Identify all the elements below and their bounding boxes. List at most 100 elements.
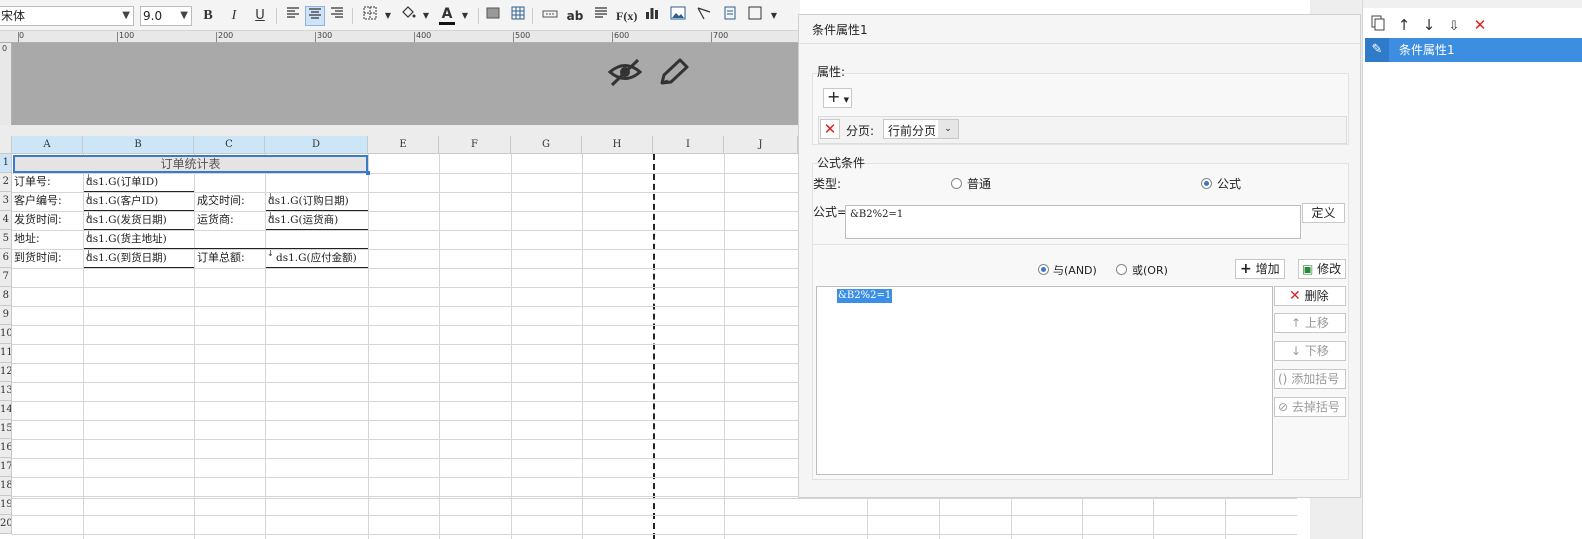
define-button[interactable]: 定义 <box>1302 203 1345 223</box>
column-header-a[interactable]: A <box>12 136 83 154</box>
column-header-b[interactable]: B <box>83 136 194 154</box>
column-header-g[interactable]: G <box>511 136 582 154</box>
add-bracket-button[interactable]: () 添加括号 <box>1274 369 1346 389</box>
fill-color-button[interactable] <box>398 6 418 26</box>
cell-b2[interactable]: ds1.G(订单ID) <box>84 173 194 191</box>
chart-button[interactable] <box>642 6 662 26</box>
column-header-h[interactable]: H <box>582 136 653 154</box>
modify-condition-button[interactable]: ▣ 修改 <box>1298 259 1346 279</box>
italic-button[interactable]: I <box>224 6 244 26</box>
frame-button[interactable] <box>720 6 740 26</box>
title-cell[interactable]: 订单统计表 <box>13 155 368 173</box>
fill-handle[interactable] <box>366 171 370 175</box>
row-header[interactable]: 3 <box>0 192 12 211</box>
row-header[interactable]: 13 <box>0 382 12 401</box>
eye-hidden-icon[interactable] <box>607 57 643 90</box>
cell-d4[interactable]: ds1.G(运货商) <box>266 211 368 229</box>
chevron-down-icon[interactable]: ▼ <box>764 6 784 26</box>
row-header[interactable]: 15 <box>0 420 12 439</box>
image-button[interactable] <box>668 6 688 26</box>
font-size-select[interactable]: 9.0 ▼ <box>140 6 192 26</box>
cell-a4[interactable]: 发货时间: <box>12 211 83 229</box>
formula-input[interactable]: &B2%2=1 <box>845 205 1301 239</box>
chevron-down-icon[interactable]: ▼ <box>378 6 398 26</box>
row-header[interactable]: 16 <box>0 439 12 458</box>
add-condition-button[interactable]: + 增加 <box>1235 259 1285 279</box>
align-left-button[interactable] <box>283 6 303 26</box>
delete-attribute-button[interactable]: ✕ <box>820 119 840 139</box>
move-up-button[interactable]: ↑ 上移 <box>1274 313 1346 333</box>
delete-condition-button[interactable]: ✕ 删除 <box>1274 286 1346 306</box>
cell-b6[interactable]: ds1.G(到货日期) <box>84 249 194 267</box>
condition-list[interactable]: &B2%2=1 <box>816 286 1273 475</box>
chevron-down-icon[interactable]: ▼ <box>416 6 436 26</box>
copy-button[interactable] <box>1369 15 1387 35</box>
row-header[interactable]: 18 <box>0 477 12 496</box>
grid-corner[interactable] <box>0 136 12 154</box>
row-header[interactable]: 12 <box>0 363 12 382</box>
type-normal-radio[interactable] <box>951 178 962 189</box>
move-up-tool-button[interactable]: ↑ <box>1395 15 1413 35</box>
cell-a5[interactable]: 地址: <box>12 230 83 248</box>
condition-list-entry[interactable]: ✎ 条件属性1 <box>1365 38 1582 62</box>
cell-a2[interactable]: 订单号: <box>12 173 83 191</box>
move-down-button[interactable]: ↓ 下移 <box>1274 341 1346 361</box>
slash-button[interactable] <box>694 6 714 26</box>
cell-d6[interactable]: ds1.G(应付金额) <box>274 249 370 267</box>
row-header[interactable]: 8 <box>0 287 12 306</box>
column-header-j[interactable]: J <box>724 136 798 154</box>
cell-c4[interactable]: 运货商: <box>195 211 265 229</box>
row-header[interactable]: 7 <box>0 268 12 287</box>
row-header[interactable]: 2 <box>0 173 12 192</box>
row-header[interactable]: 20 <box>0 515 12 534</box>
column-header-i[interactable]: I <box>653 136 724 154</box>
column-header-e[interactable]: E <box>368 136 439 154</box>
column-header-d[interactable]: D <box>265 136 368 154</box>
wrap-text-button[interactable] <box>591 6 611 26</box>
add-attribute-button[interactable]: + ▼ <box>823 88 852 108</box>
border-button[interactable] <box>360 6 380 26</box>
font-color-button[interactable]: A <box>437 6 457 26</box>
or-radio[interactable] <box>1116 264 1127 275</box>
cell-c3[interactable]: 成交时间: <box>195 192 265 210</box>
row-header[interactable]: 14 <box>0 401 12 420</box>
cell-a6[interactable]: 到货时间: <box>12 249 83 267</box>
row-header[interactable]: 6 <box>0 249 12 268</box>
row-header[interactable]: 9 <box>0 306 12 325</box>
formula-button[interactable]: F(x) <box>616 6 637 26</box>
bold-button[interactable]: B <box>198 6 218 26</box>
font-name-select[interactable]: 宋体 ▼ <box>0 6 134 26</box>
report-header-area[interactable] <box>12 43 798 125</box>
text-button[interactable]: ab <box>565 6 585 26</box>
float-element-button[interactable] <box>746 6 766 26</box>
row-header[interactable]: 5 <box>0 230 12 249</box>
row-header[interactable]: 4 <box>0 211 12 230</box>
table-button[interactable] <box>508 6 528 26</box>
row-header[interactable]: 17 <box>0 458 12 477</box>
cell-b3[interactable]: ds1.G(客户ID) <box>84 192 194 210</box>
chevron-down-icon[interactable]: ▼ <box>455 6 475 26</box>
merge-cells-button[interactable] <box>483 6 503 26</box>
cell-d3[interactable]: ds1.G(订购日期) <box>266 192 368 210</box>
cell-b4[interactable]: ds1.G(发货日期) <box>84 211 194 229</box>
insert-field-button[interactable] <box>540 6 560 26</box>
and-radio[interactable] <box>1038 264 1049 275</box>
cell-c6[interactable]: 订单总额: <box>195 249 265 267</box>
delete-tool-button[interactable]: ✕ <box>1471 15 1489 35</box>
paging-select[interactable]: 行前分页 ⌄ <box>883 119 959 139</box>
row-header[interactable]: 1 <box>0 154 12 173</box>
align-right-button[interactable] <box>327 6 347 26</box>
column-header-f[interactable]: F <box>439 136 511 154</box>
remove-bracket-button[interactable]: ⊘ 去掉括号 <box>1274 397 1346 417</box>
condition-list-item[interactable]: &B2%2=1 <box>837 289 893 303</box>
row-header[interactable]: 19 <box>0 496 12 515</box>
row-header[interactable]: 11 <box>0 344 12 363</box>
cell-b5[interactable]: ds1.G(货主地址) <box>84 230 284 248</box>
move-down-tool-button[interactable]: ↓ <box>1420 15 1438 35</box>
column-header-c[interactable]: C <box>194 136 265 154</box>
type-formula-radio[interactable] <box>1201 178 1212 189</box>
sort-button[interactable]: ⇩ <box>1445 15 1463 35</box>
row-header[interactable]: 10 <box>0 325 12 344</box>
underline-button[interactable]: U <box>250 6 270 26</box>
pencil-icon[interactable] <box>658 57 690 90</box>
